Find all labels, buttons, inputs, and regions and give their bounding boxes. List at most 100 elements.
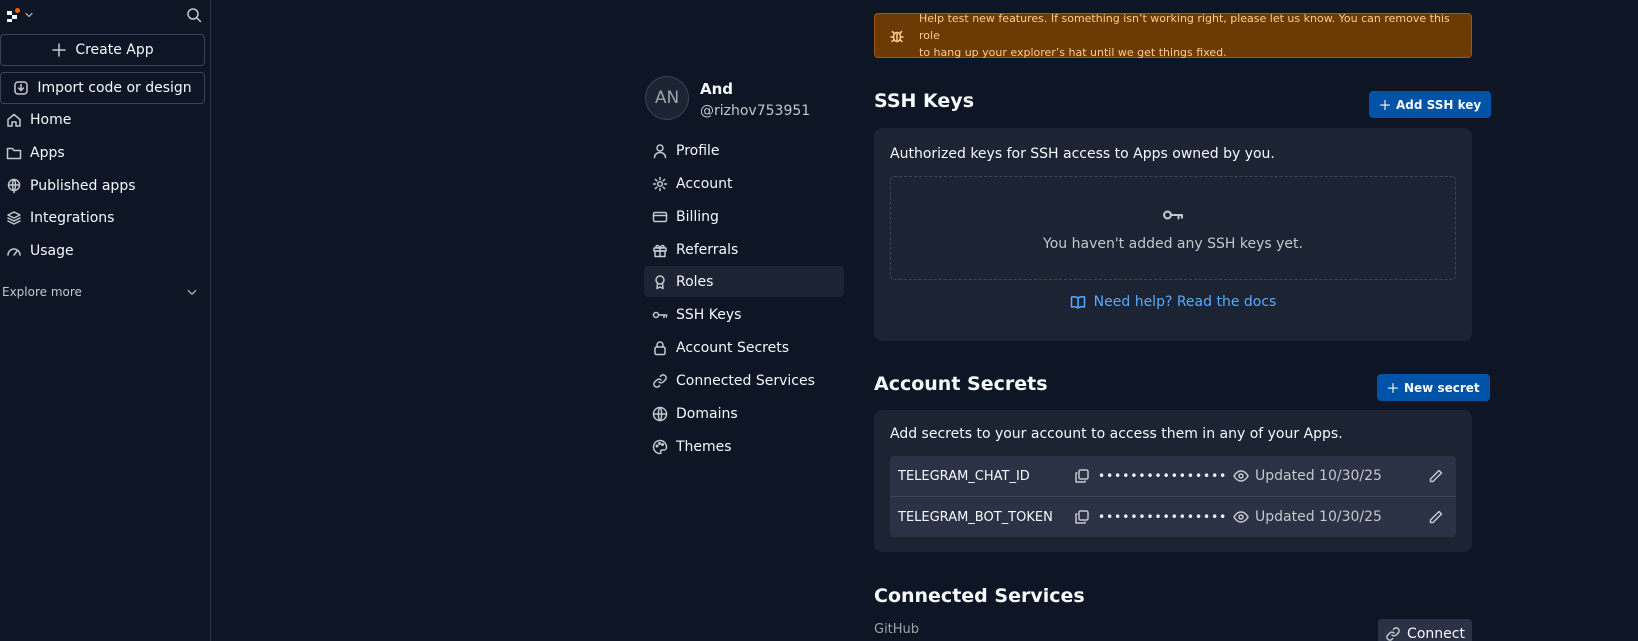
account-nav-themes[interactable]: Themes: [644, 431, 844, 462]
account-nav-account[interactable]: Account: [644, 168, 844, 199]
edit-secret-button[interactable]: [1428, 509, 1444, 525]
pencil-icon: [1429, 510, 1443, 524]
link-icon: [653, 373, 667, 388]
ssh-keys-card: Authorized keys for SSH access to Apps o…: [874, 128, 1472, 341]
secret-updated: Updated 10/30/25: [1255, 468, 1382, 484]
user-handle: @rizhov753951: [700, 103, 811, 119]
account-nav-ssh-keys[interactable]: SSH Keys: [644, 299, 844, 330]
edit-secret-button[interactable]: [1428, 468, 1444, 484]
copy-icon: [1075, 510, 1089, 524]
account-nav-billing[interactable]: Billing: [644, 201, 844, 232]
account-nav-profile[interactable]: Profile: [644, 135, 844, 166]
connect-github-button[interactable]: Connect: [1378, 619, 1472, 641]
connect-label: Connect: [1407, 626, 1465, 641]
explore-more-toggle[interactable]: Explore more: [0, 280, 198, 304]
sidebar-item-usage[interactable]: Usage: [0, 235, 205, 267]
account-nav-label: Billing: [676, 208, 719, 225]
globe-icon: [652, 406, 668, 421]
alert-text: Help test new features. If something isn…: [919, 10, 1471, 61]
sidebar-item-home[interactable]: Home: [0, 104, 205, 136]
copy-secret-button[interactable]: [1074, 468, 1098, 484]
credit-card-icon: [652, 211, 668, 222]
folder-icon: [6, 147, 22, 160]
eye-icon: [1233, 511, 1249, 523]
link-icon: [1386, 627, 1400, 641]
layers-icon: [7, 211, 21, 225]
lock-icon: [654, 340, 666, 355]
globe-icon: [7, 178, 21, 194]
account-secrets-card: Add secrets to your account to access th…: [874, 410, 1472, 552]
ssh-docs-link[interactable]: Need help? Read the docs: [874, 294, 1472, 310]
reveal-secret-button[interactable]: Updated 10/30/25: [1233, 468, 1423, 484]
user-icon: [653, 143, 667, 158]
account-nav-label: Account: [676, 175, 733, 192]
import-code-label: Import code or design: [37, 80, 192, 96]
app-root: Create App Import code or design Home Ap…: [0, 0, 1638, 641]
ssh-docs-link-label: Need help? Read the docs: [1093, 294, 1277, 310]
ssh-keys-title: SSH Keys: [874, 90, 975, 112]
secret-masked-value: ••••••••••••••••: [1098, 469, 1228, 483]
sidebar-header: [6, 4, 202, 26]
account-nav-label: Domains: [676, 405, 738, 422]
account-secrets-description: Add secrets to your account to access th…: [890, 426, 1343, 442]
account-nav-referrals[interactable]: Referrals: [644, 234, 844, 265]
account-nav-roles[interactable]: Roles: [644, 266, 844, 297]
secret-updated: Updated 10/30/25: [1255, 509, 1382, 525]
github-label: GitHub: [874, 622, 920, 637]
sidebar-item-published-apps[interactable]: Published apps: [0, 170, 205, 202]
gear-icon: [652, 176, 668, 191]
add-ssh-key-button[interactable]: Add SSH key: [1369, 91, 1492, 118]
sidebar-item-apps[interactable]: Apps: [0, 137, 205, 169]
sidebar-item-label: Published apps: [30, 178, 136, 194]
plus-icon: [52, 43, 67, 57]
sidebar-item-label: Apps: [30, 145, 65, 161]
gauge-icon: [7, 248, 21, 256]
reveal-secret-button[interactable]: Updated 10/30/25: [1233, 509, 1423, 525]
account-nav-label: Themes: [676, 438, 732, 455]
eye-icon: [1233, 470, 1249, 482]
badge-icon: [655, 274, 665, 289]
book-icon: [1070, 296, 1085, 309]
account-nav-label: Referrals: [676, 241, 739, 258]
new-secret-button[interactable]: New secret: [1377, 374, 1490, 401]
replit-logo-icon: [6, 8, 20, 22]
avatar: AN: [645, 76, 689, 120]
plus-icon: [1379, 99, 1391, 110]
create-app-button[interactable]: Create App: [0, 34, 205, 66]
account-nav-label: Roles: [676, 273, 714, 290]
user-name: And: [700, 80, 734, 98]
import-icon: [14, 81, 29, 95]
account-nav-label: SSH Keys: [676, 306, 742, 323]
import-code-button[interactable]: Import code or design: [0, 72, 205, 104]
account-nav-connected-services[interactable]: Connected Services: [644, 365, 844, 396]
create-app-label: Create App: [75, 42, 154, 58]
sidebar-item-label: Usage: [30, 243, 74, 259]
home-icon: [7, 113, 21, 127]
sidebar-item-label: Integrations: [30, 210, 115, 226]
secret-row: TELEGRAM_CHAT_ID •••••••••••••••• Update…: [890, 456, 1456, 496]
key-icon: [652, 311, 668, 318]
palette-icon: [652, 439, 668, 454]
account-nav-account-secrets[interactable]: Account Secrets: [644, 332, 844, 363]
account-nav-label: Account Secrets: [676, 339, 790, 356]
copy-secret-button[interactable]: [1074, 509, 1098, 525]
sidebar-item-integrations[interactable]: Integrations: [0, 202, 205, 234]
secret-masked-value: ••••••••••••••••: [1098, 510, 1228, 524]
secret-key: TELEGRAM_CHAT_ID: [898, 468, 1030, 484]
workspace-switcher[interactable]: [6, 8, 35, 22]
chevron-down-icon: [187, 289, 197, 295]
pencil-icon: [1429, 469, 1443, 483]
account-nav-label: Connected Services: [676, 372, 815, 389]
plus-icon: [1387, 382, 1399, 393]
chevron-down-icon: [25, 12, 33, 18]
add-ssh-key-label: Add SSH key: [1396, 97, 1482, 112]
key-icon: [1163, 210, 1183, 220]
explorer-role-alert: Help test new features. If something isn…: [874, 10, 1472, 61]
account-nav-domains[interactable]: Domains: [644, 398, 844, 429]
secret-key: TELEGRAM_BOT_TOKEN: [898, 509, 1053, 525]
secret-row: TELEGRAM_BOT_TOKEN •••••••••••••••• Upda…: [890, 497, 1456, 537]
search-icon[interactable]: [186, 7, 202, 23]
account-secrets-title: Account Secrets: [874, 373, 1048, 395]
copy-icon: [1075, 469, 1089, 483]
connected-services-title: Connected Services: [874, 585, 1085, 607]
